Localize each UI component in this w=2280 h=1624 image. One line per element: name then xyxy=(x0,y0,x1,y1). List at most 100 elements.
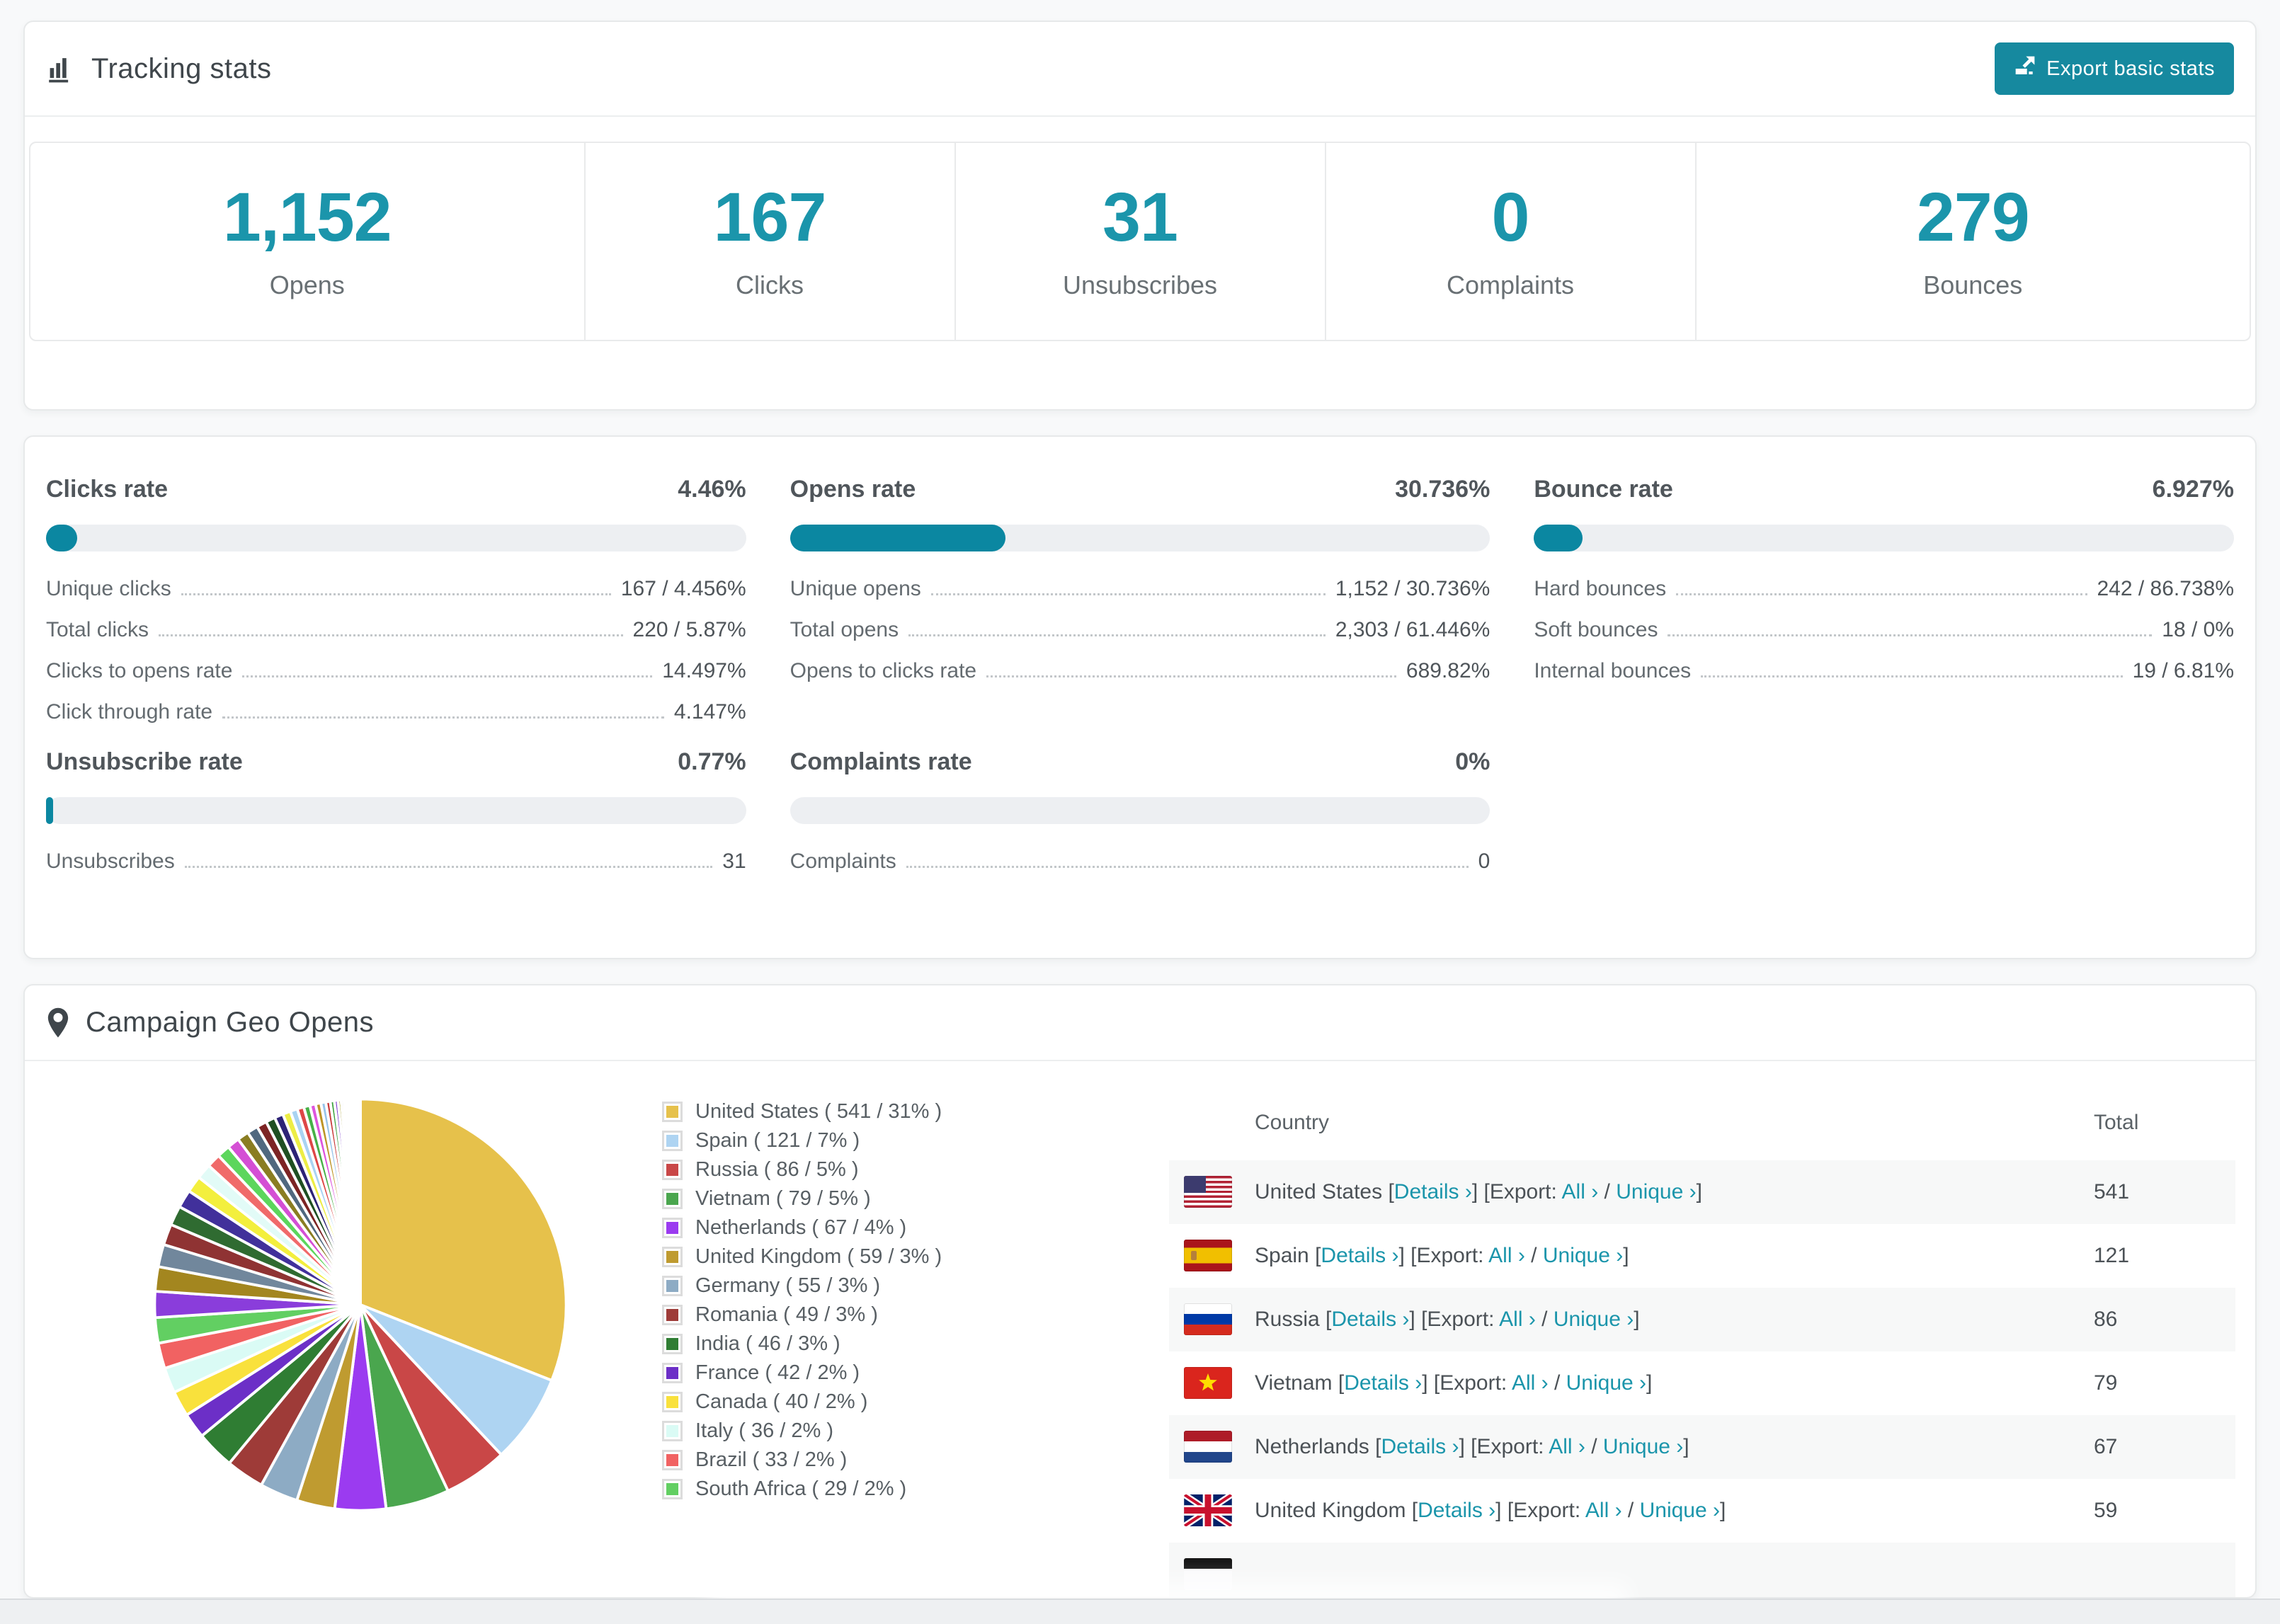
legend-item[interactable]: France ( 42 / 2% ) xyxy=(662,1359,942,1388)
country-cell: United States [Details ›] [Export: All ›… xyxy=(1255,1180,1702,1203)
legend-label: United States ( 541 / 31% ) xyxy=(695,1100,942,1123)
rate-row-label: Total opens xyxy=(790,618,899,641)
legend-item[interactable]: Netherlands ( 67 / 4% ) xyxy=(662,1213,942,1242)
rate-row-value: 220 / 5.87% xyxy=(632,618,746,641)
dotted-leader xyxy=(1701,675,2123,677)
rate-row-value: 19 / 6.81% xyxy=(2132,659,2234,682)
page-title: Tracking stats xyxy=(91,52,272,84)
rate-block-bounce-rate: Bounce rate 6.927% Hard bounces 242 / 86… xyxy=(1534,476,2234,733)
legend-label: France ( 42 / 2% ) xyxy=(695,1361,860,1384)
details-link[interactable]: Details › xyxy=(1418,1499,1495,1522)
export-unique-link[interactable]: Unique › xyxy=(1640,1499,1720,1522)
export-all-link[interactable]: All › xyxy=(1488,1244,1525,1267)
rate-rows: Unique clicks 167 / 4.456% Total clicks … xyxy=(46,568,746,733)
legend-item[interactable]: South Africa ( 29 / 2% ) xyxy=(662,1475,942,1504)
rate-rows: Complaints 0 xyxy=(790,841,1490,882)
rate-row: Complaints 0 xyxy=(790,841,1490,882)
legend-item[interactable]: Italy ( 36 / 2% ) xyxy=(662,1417,942,1446)
export-unique-link[interactable]: Unique › xyxy=(1603,1435,1683,1458)
rate-rows: Hard bounces 242 / 86.738% Soft bounces … xyxy=(1534,568,2234,692)
legend-swatch xyxy=(662,1363,683,1383)
export-all-link[interactable]: All › xyxy=(1585,1499,1622,1522)
flag-netherlands xyxy=(1184,1431,1232,1463)
dotted-leader xyxy=(222,716,664,719)
dotted-leader xyxy=(1668,634,2153,636)
stat-value: 0 xyxy=(1491,178,1530,256)
rate-row: Opens to clicks rate 689.82% xyxy=(790,651,1490,692)
country-cell: Netherlands [Details ›] [Export: All › /… xyxy=(1255,1435,1689,1458)
geo-table-body: United States [Details ›] [Export: All ›… xyxy=(1169,1160,2235,1597)
rate-percentage: 30.736% xyxy=(1395,476,1490,503)
rate-row-label: Total clicks xyxy=(46,618,149,641)
legend-swatch xyxy=(662,1247,683,1267)
export-basic-stats-button[interactable]: Export basic stats xyxy=(1995,42,2234,95)
rate-row-value: 18 / 0% xyxy=(2162,618,2234,641)
legend-item[interactable]: Brazil ( 33 / 2% ) xyxy=(662,1446,942,1475)
legend-item[interactable]: Vietnam ( 79 / 5% ) xyxy=(662,1184,942,1213)
legend-item[interactable]: India ( 46 / 3% ) xyxy=(662,1329,942,1359)
legend-label: Italy ( 36 / 2% ) xyxy=(695,1419,834,1442)
legend-label: Canada ( 40 / 2% ) xyxy=(695,1390,868,1413)
legend-label: India ( 46 / 3% ) xyxy=(695,1332,840,1355)
details-link[interactable]: Details › xyxy=(1394,1180,1472,1203)
legend-item[interactable]: Romania ( 49 / 3% ) xyxy=(662,1300,942,1329)
legend-swatch xyxy=(662,1421,683,1441)
stats-row: 1,152 Opens 167 Clicks 31 Unsubscribes 0 Co… xyxy=(29,142,2251,341)
dotted-leader xyxy=(930,593,1326,595)
bar-chart-icon xyxy=(46,54,76,84)
legend-label: Brazil ( 33 / 2% ) xyxy=(695,1448,848,1471)
export-unique-link[interactable]: Unique › xyxy=(1566,1371,1646,1395)
details-link[interactable]: Details › xyxy=(1331,1308,1409,1331)
progress-bar-fill xyxy=(46,797,53,824)
rate-title-row: Bounce rate 6.927% xyxy=(1534,476,2234,503)
country-cell: Spain [Details ›] [Export: All › / Uniqu… xyxy=(1255,1244,1629,1267)
export-unique-link[interactable]: Unique › xyxy=(1543,1244,1623,1267)
stat-label: Bounces xyxy=(1923,270,2023,299)
flag-united-states xyxy=(1184,1176,1232,1208)
export-all-link[interactable]: All › xyxy=(1499,1308,1536,1331)
page-bottom-band xyxy=(0,1599,2280,1624)
rate-row-value: 2,303 / 61.446% xyxy=(1335,618,1490,641)
rate-row-label: Unique clicks xyxy=(46,577,171,600)
total-cell: 541 xyxy=(2094,1180,2130,1203)
legend-item[interactable]: Germany ( 55 / 3% ) xyxy=(662,1271,942,1300)
progress-bar-track xyxy=(790,797,1490,824)
legend-item[interactable]: Spain ( 121 / 7% ) xyxy=(662,1126,942,1155)
legend-label: Romania ( 49 / 3% ) xyxy=(695,1303,878,1326)
rate-row-value: 0 xyxy=(1478,850,1490,873)
export-all-link[interactable]: All › xyxy=(1512,1371,1549,1395)
rate-title-row: Unsubscribe rate 0.77% xyxy=(46,748,746,776)
details-link[interactable]: Details › xyxy=(1344,1371,1422,1395)
dotted-leader xyxy=(1676,593,2087,595)
dotted-leader xyxy=(906,866,1469,868)
total-cell: 59 xyxy=(2094,1499,2118,1522)
rate-row-label: Complaints xyxy=(790,850,896,873)
rate-row: Hard bounces 242 / 86.738% xyxy=(1534,568,2234,610)
stat-label: Complaints xyxy=(1446,270,1575,299)
legend-item[interactable]: Canada ( 40 / 2% ) xyxy=(662,1388,942,1417)
rate-row-value: 4.147% xyxy=(673,700,746,724)
details-link[interactable]: Details › xyxy=(1321,1244,1398,1267)
legend-label: Netherlands ( 67 / 4% ) xyxy=(695,1216,907,1239)
dotted-leader xyxy=(181,593,611,595)
rate-title: Bounce rate xyxy=(1534,476,1673,503)
legend-swatch xyxy=(662,1334,683,1354)
rate-block-complaints-rate: Complaints rate 0% Complaints 0 xyxy=(790,748,1490,882)
rate-title: Opens rate xyxy=(790,476,916,503)
details-link[interactable]: Details › xyxy=(1381,1435,1459,1458)
legend-item[interactable]: United Kingdom ( 59 / 3% ) xyxy=(662,1242,942,1271)
export-all-link[interactable]: All › xyxy=(1549,1435,1585,1458)
export-all-link[interactable]: All › xyxy=(1562,1180,1599,1203)
export-unique-link[interactable]: Unique › xyxy=(1554,1308,1634,1331)
rate-row: Internal bounces 19 / 6.81% xyxy=(1534,651,2234,692)
legend-item[interactable]: Russia ( 86 / 5% ) xyxy=(662,1155,942,1184)
rate-row: Unique opens 1,152 / 30.736% xyxy=(790,568,1490,610)
campaign-geo-opens-card: Campaign Geo Opens United States ( 541 /… xyxy=(23,984,2257,1599)
stat-label: Clicks xyxy=(736,270,804,299)
rate-row-value: 689.82% xyxy=(1406,659,1490,682)
legend-item[interactable]: United States ( 541 / 31% ) xyxy=(662,1097,942,1126)
flag-spain xyxy=(1184,1240,1232,1271)
total-cell: 67 xyxy=(2094,1435,2118,1458)
stat-value: 1,152 xyxy=(222,178,392,256)
export-unique-link[interactable]: Unique › xyxy=(1616,1180,1696,1203)
